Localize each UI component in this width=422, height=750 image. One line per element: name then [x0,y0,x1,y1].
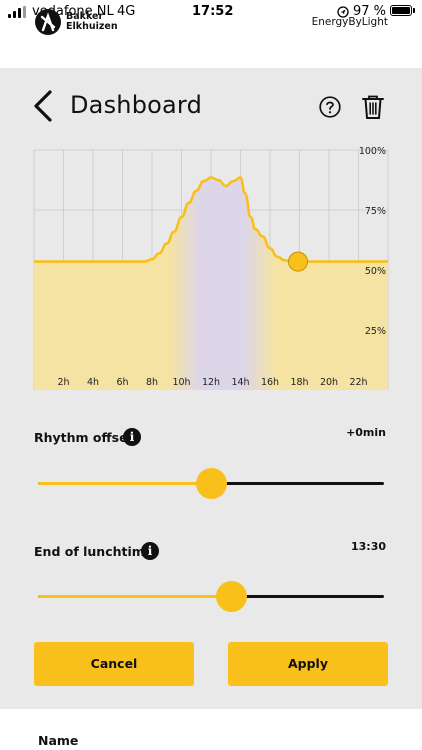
brand-name: Bakker Elkhuizen [66,12,118,32]
cancel-button[interactable]: Cancel [34,642,194,686]
x-tick-label: 4h [87,377,99,388]
x-tick-label: 20h [320,377,338,388]
network-label: 4G [117,4,136,19]
y-tick-label: 75% [365,206,386,217]
slider-track-fill [38,482,211,485]
x-tick-label: 12h [202,377,220,388]
x-tick-label: 16h [261,377,279,388]
product-name: EnergyByLight [311,16,388,28]
current-marker-layer [288,251,309,272]
back-button[interactable] [30,88,60,124]
name-label: Name [38,733,79,748]
brand-line-2: Elkhuizen [66,21,118,32]
delete-button[interactable] [361,94,385,120]
y-tick-label: 50% [365,266,386,277]
clock: 17:52 [192,4,234,19]
x-tick-label: 8h [146,377,158,388]
x-tick-label: 6h [116,377,128,388]
end-of-lunchtime-info-icon[interactable]: i [141,542,159,560]
rhythm-offset-info-icon[interactable]: i [123,428,141,446]
x-tick-label: 14h [231,377,249,388]
slider-thumb[interactable] [216,581,248,612]
rhythm-offset-label: Rhythm offset [34,430,134,445]
signal-icon [8,6,28,18]
apply-button[interactable]: Apply [228,642,388,686]
rhythm-offset-slider[interactable] [38,468,384,499]
slider-thumb[interactable] [195,468,227,499]
light-rhythm-chart: 100% 75% 50% 25% 2h 4h 6h 8h 10h 12h 14h 16h 18h 20h… [33,146,389,390]
page-title: Dashboard [70,91,203,119]
x-tick-label: 18h [290,377,308,388]
current-time-marker [288,251,309,272]
chevron-left-icon [34,90,52,122]
x-tick-label: 2h [57,377,69,388]
battery-icon [390,5,415,16]
y-tick-label: 25% [365,326,386,337]
brand-logo-icon [35,9,61,35]
end-of-lunchtime-slider[interactable] [38,581,384,612]
end-of-lunchtime-value: 13:30 [350,540,386,553]
app-header [0,24,422,68]
rhythm-offset-value: +0min [346,426,386,439]
slider-track-fill [38,595,232,598]
end-of-lunchtime-label: End of lunchtime [34,544,154,559]
help-button[interactable] [319,96,341,118]
x-tick-label: 10h [172,377,190,388]
y-tick-label: 100% [359,146,386,157]
x-tick-label: 22h [349,377,367,388]
